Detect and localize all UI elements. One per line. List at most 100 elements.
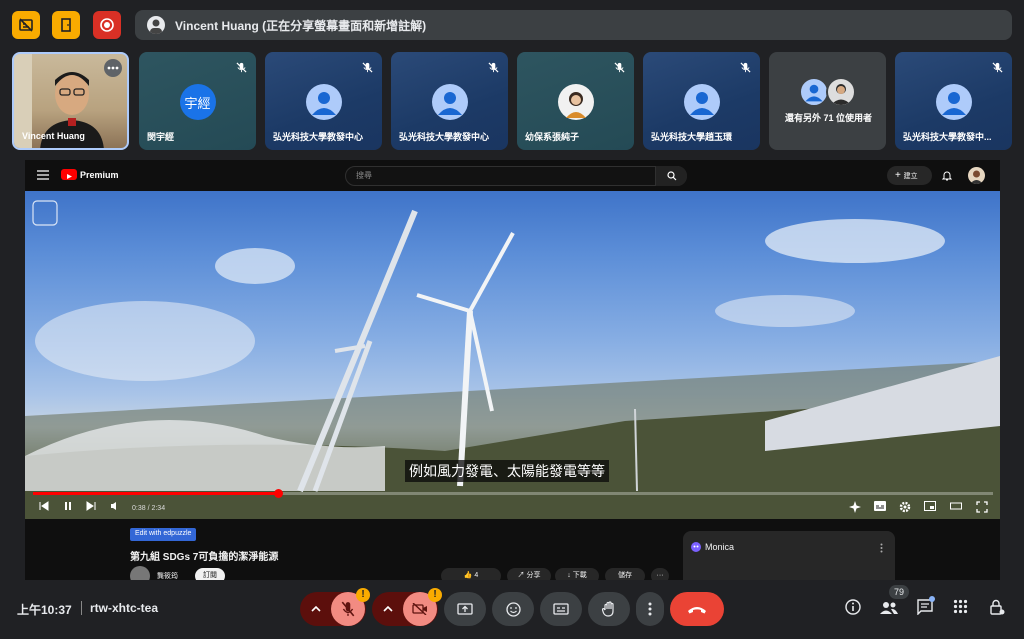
participant-name: 幼保系張純子 (525, 132, 580, 142)
subtitles-icon[interactable] (874, 501, 886, 511)
like-count: 4 (474, 572, 479, 579)
raise-hand-button[interactable] (588, 592, 630, 626)
others-count-label: 還有另外 71 位使用者 (785, 113, 873, 123)
shared-screen: Premium 搜尋 + 建立 例如風力發電、太陽能發電等等 0:38 / 2:… (25, 160, 1000, 580)
mic-off-icon (484, 58, 502, 76)
share-label: 分享 (526, 572, 541, 579)
next-icon[interactable] (86, 501, 96, 511)
divider (81, 601, 82, 615)
host-controls-button[interactable] (52, 11, 80, 39)
avatar (305, 84, 342, 120)
video-player[interactable]: 例如風力發電、太陽能發電等等 0:38 / 2:34 (25, 191, 1000, 519)
captions-button[interactable] (540, 592, 582, 626)
participant-tile[interactable]: 弘光科技大學教發中心 (391, 52, 508, 150)
monica-panel: Monica (683, 531, 895, 580)
share-button[interactable]: ↗ 分享 (507, 568, 551, 580)
channel-avatar[interactable] (130, 566, 150, 580)
chevron-up-icon (383, 606, 393, 612)
fullscreen-icon[interactable] (976, 501, 988, 513)
download-label: 下載 (572, 572, 587, 579)
warning-badge: ! (356, 588, 370, 602)
bell-icon[interactable] (942, 170, 952, 181)
mic-off-icon (341, 601, 355, 617)
search-input[interactable]: 搜尋 (345, 166, 687, 186)
video-options-button[interactable] (373, 592, 403, 626)
settings-icon[interactable] (899, 501, 911, 513)
activities-icon[interactable] (953, 599, 968, 614)
participant-tile[interactable]: 弘光科技大學教發中心 (265, 52, 382, 150)
monica-label: Monica (705, 542, 735, 552)
participant-tile-vincent[interactable]: Vincent Huang (12, 52, 129, 150)
top-bar: Vincent Huang (正在分享螢幕畫面和新增註解) (0, 0, 1024, 50)
microphone-control: ! (300, 588, 370, 626)
create-label: 建立 (903, 173, 918, 180)
participant-strip: Vincent Huang 宇經 閔宇經 弘光科技大學教發中心 弘光科技大學教發… (12, 52, 1012, 150)
mic-off-icon (358, 58, 376, 76)
account-avatar[interactable] (968, 167, 985, 184)
record-icon (100, 18, 114, 32)
sparkle-icon[interactable] (849, 501, 861, 513)
presenter-text: Vincent Huang (正在分享螢幕畫面和新增註解) (175, 18, 427, 33)
download-button[interactable]: ↓ 下載 (555, 568, 599, 580)
chevron-up-icon (311, 606, 321, 612)
participant-tile[interactable]: 宇經 閔宇經 (139, 52, 256, 150)
participant-tile[interactable]: 弘光科技大學趙玉環 (643, 52, 760, 150)
video-time: 0:38 / 2:34 (132, 505, 166, 512)
present-to-all-icon (457, 602, 473, 615)
more-actions-button[interactable]: ··· (651, 568, 669, 580)
miniplayer-icon[interactable] (924, 501, 936, 511)
participant-tile[interactable]: 幼保系張純子 (517, 52, 634, 150)
video-details: Edit with edpuzzle 第九組 SDGs 7可負擔的潔淨能源 龔筱… (25, 519, 1000, 580)
youtube-logo-text: Premium (80, 170, 119, 180)
progress-bar[interactable] (33, 489, 993, 498)
progress-fill (33, 492, 278, 495)
search-icon (667, 171, 677, 181)
create-button[interactable]: + 建立 (887, 166, 932, 185)
video-title: 第九組 SDGs 7可負擔的潔淨能源 (130, 552, 279, 563)
audio-options-button[interactable] (301, 592, 331, 626)
pause-icon[interactable] (63, 501, 73, 511)
meeting-code: rtw-xhtc-tea (90, 601, 159, 615)
save-button[interactable]: 儲存 (605, 568, 645, 580)
unread-dot (929, 596, 935, 602)
avatar (799, 77, 829, 107)
closed-caption-icon (553, 603, 569, 615)
theater-mode-icon[interactable] (950, 501, 962, 511)
youtube-logo-icon[interactable] (61, 169, 77, 180)
info-icon[interactable] (845, 599, 861, 615)
emoji-icon (505, 601, 521, 617)
leave-call-button[interactable] (670, 592, 724, 626)
volume-icon[interactable] (110, 501, 120, 511)
participant-name: Vincent Huang (22, 131, 85, 141)
video-caption: 例如風力發電、太陽能發電等等 (405, 460, 609, 482)
captions-off-icon (19, 18, 33, 32)
more-vert-icon[interactable] (880, 543, 883, 553)
search-button[interactable] (655, 166, 687, 186)
more-horiz-icon (107, 66, 119, 70)
more-options-button[interactable] (104, 59, 122, 77)
more-options-button[interactable] (636, 592, 664, 626)
participant-tile[interactable]: 弘光科技大學教發中... (895, 52, 1012, 150)
videocam-off-icon (412, 603, 427, 615)
previous-icon[interactable] (39, 501, 49, 511)
warning-badge: ! (428, 588, 442, 602)
menu-icon[interactable] (37, 170, 49, 180)
participant-name: 弘光科技大學教發中... (903, 132, 992, 142)
captions-off-button[interactable] (12, 11, 40, 39)
present-button[interactable] (444, 592, 486, 626)
recording-button[interactable] (93, 11, 121, 39)
people-icon[interactable] (880, 601, 898, 615)
avatar (826, 77, 856, 107)
others-tile[interactable]: 還有另外 71 位使用者 (769, 52, 886, 150)
reactions-button[interactable] (492, 592, 534, 626)
host-lock-icon[interactable] (989, 599, 1005, 616)
avatar (935, 84, 972, 120)
edpuzzle-button[interactable]: Edit with edpuzzle (130, 528, 197, 541)
channel-name[interactable]: 龔筱筠 (157, 571, 178, 580)
more-vert-icon (648, 602, 652, 616)
meeting-controls-bar: 上午10:37 rtw-xhtc-tea ! ! 79 (0, 582, 1024, 639)
like-button[interactable]: 👍 4 (441, 568, 501, 580)
avatar: 宇經 (179, 84, 216, 120)
subscribe-button[interactable]: 訂閱 (195, 568, 225, 580)
player-controls: 0:38 / 2:34 (25, 497, 1000, 519)
